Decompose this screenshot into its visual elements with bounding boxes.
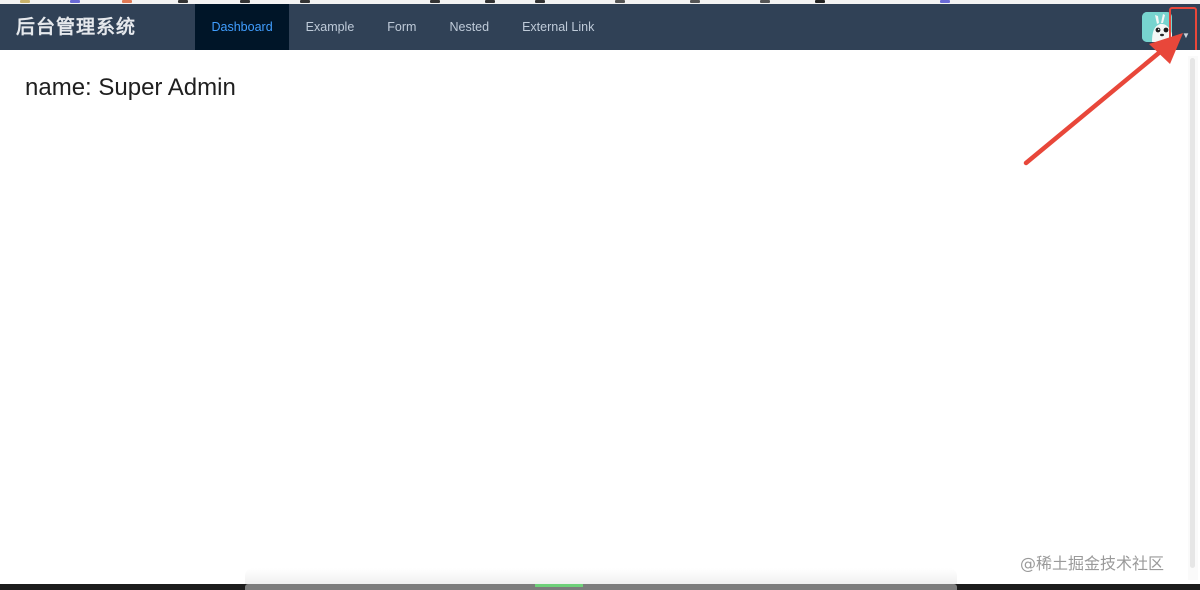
bookmark-icon[interactable] [240,0,250,3]
bookmark-icon[interactable] [615,0,625,3]
bookmark-icon[interactable] [300,0,310,3]
scrollbar-thumb[interactable] [1190,58,1195,568]
dock-app-indicator[interactable] [535,584,583,587]
menu-item-example[interactable]: Example [289,4,371,50]
browser-viewport: 后台管理系统 Dashboard Example Form Nested Ext… [0,0,1200,590]
bookmark-icon[interactable] [178,0,188,3]
app-title: 后台管理系统 [16,16,137,38]
dock[interactable] [245,584,957,590]
menu-item-external-link[interactable]: External Link [506,4,611,50]
menu-item-form[interactable]: Form [371,4,433,50]
bookmark-icon[interactable] [70,0,80,3]
bookmark-icon[interactable] [815,0,825,3]
top-menu: Dashboard Example Form Nested External L… [195,4,611,50]
main-content: name: Super Admin [0,50,1200,584]
bookmark-icon[interactable] [535,0,545,3]
desktop-bottom-edge [0,584,1200,590]
bookmark-icon[interactable] [20,0,30,3]
bookmark-icon[interactable] [122,0,132,3]
bookmark-icon[interactable] [485,0,495,3]
bookmark-icon[interactable] [760,0,770,3]
menu-item-nested[interactable]: Nested [433,4,506,50]
bookmark-icon[interactable] [690,0,700,3]
user-name-text: name: Super Admin [25,74,236,101]
bookmark-icon[interactable] [430,0,440,3]
menu-item-dashboard[interactable]: Dashboard [195,4,290,50]
watermark-text: @稀土掘金技术社区 [1020,554,1165,573]
top-navbar: 后台管理系统 Dashboard Example Form Nested Ext… [0,4,1200,54]
user-avatar-icon[interactable] [1142,12,1172,42]
bookmark-icon[interactable] [940,0,950,3]
dock-shadow [245,568,957,584]
annotation-highlight-box [1169,7,1197,54]
